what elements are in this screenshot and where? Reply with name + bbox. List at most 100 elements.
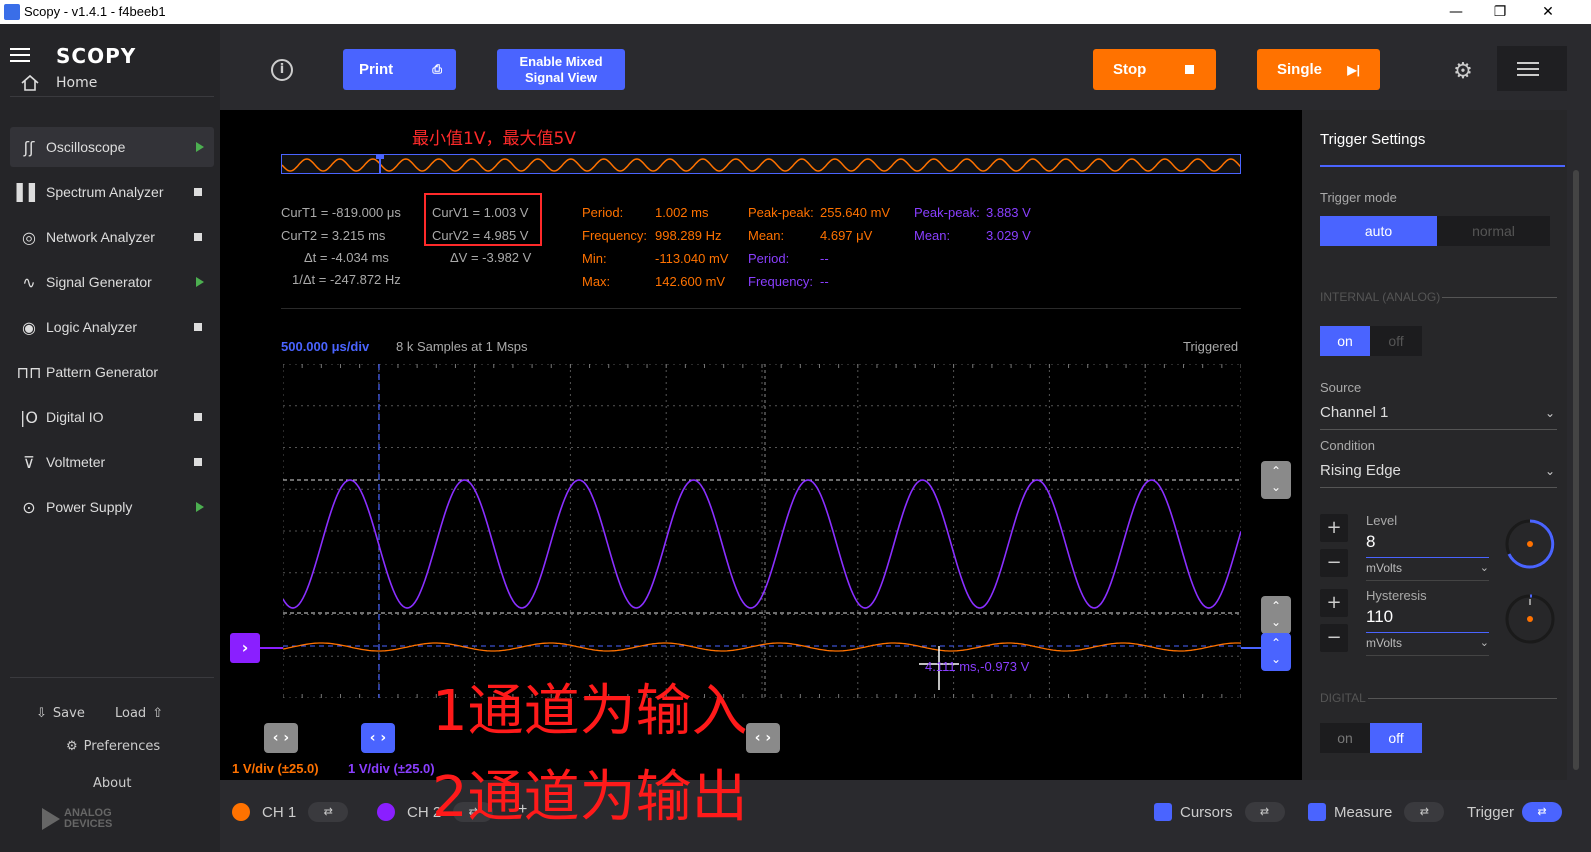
trigger-mode-switch[interactable]: auto normal xyxy=(1320,216,1550,246)
ch2-offset-handle[interactable]: ⌃ ⌄ xyxy=(1261,461,1291,499)
sidebar-item-label: Power Supply xyxy=(46,499,133,515)
minimize-button[interactable]: — xyxy=(1436,2,1476,22)
stop-icon[interactable] xyxy=(194,188,202,196)
hysteresis-knob[interactable] xyxy=(1505,594,1555,644)
trigger-toggle[interactable]: Trigger ⇄ xyxy=(1467,802,1562,822)
ch2-scale: 1 V/div (±25.0) xyxy=(348,761,435,776)
hamburger-menu-icon[interactable] xyxy=(10,48,30,62)
measure-settings-icon[interactable]: ⇄ xyxy=(1404,802,1445,822)
digital-off[interactable]: off xyxy=(1370,723,1422,753)
sidebar-item-voltmeter[interactable]: ⊽ Voltmeter xyxy=(10,442,214,482)
about-button[interactable]: About xyxy=(93,776,131,791)
digital-on[interactable]: on xyxy=(1320,723,1370,753)
preferences-button[interactable]: ⚙ Preferences xyxy=(66,739,160,754)
sidebar-item-label: Voltmeter xyxy=(46,454,106,470)
play-icon[interactable] xyxy=(196,277,204,287)
cursors-checkbox[interactable] xyxy=(1154,803,1172,821)
digital-switch[interactable]: on off xyxy=(1320,723,1422,753)
measure-toggle[interactable]: Measure ⇄ xyxy=(1308,802,1445,822)
stop-icon[interactable] xyxy=(194,458,202,466)
save-icon: ⇩ xyxy=(36,706,47,721)
stop-icon[interactable] xyxy=(194,413,202,421)
sidebar-item-label: Digital IO xyxy=(46,409,104,425)
stop-icon[interactable] xyxy=(194,323,202,331)
internal-analog-switch[interactable]: on off xyxy=(1320,326,1422,356)
analog-off[interactable]: off xyxy=(1370,326,1422,356)
sidebar-item-oscilloscope[interactable]: ʃʃ Oscilloscope xyxy=(10,127,214,167)
divider xyxy=(1368,698,1557,699)
hysteresis-label: Hysteresis xyxy=(1366,588,1427,603)
chevron-down-icon: ⌄ xyxy=(1479,637,1489,649)
time-cursor-handle[interactable]: ‹ › xyxy=(361,723,395,753)
stop-icon[interactable] xyxy=(194,233,202,241)
trigger-status: Triggered xyxy=(1183,339,1239,354)
level-knob[interactable] xyxy=(1505,519,1555,569)
sidebar-item-power-supply[interactable]: ⊙ Power Supply xyxy=(10,487,214,527)
hysteresis-increment-button[interactable]: + xyxy=(1320,589,1348,617)
single-button[interactable]: Single ▶| xyxy=(1257,49,1380,90)
ch1-period-value: 1.002 ms xyxy=(655,205,709,220)
preferences-label: Preferences xyxy=(83,739,161,754)
play-icon[interactable] xyxy=(196,142,204,152)
ch1-toggle[interactable]: CH 1 ⇄ xyxy=(232,802,349,822)
analog-on[interactable]: on xyxy=(1320,326,1370,356)
cursor-readout: 4.111 ms,-0.973 V xyxy=(925,659,1030,674)
ch1-peak-peak-value: 255.640 mV xyxy=(820,205,891,220)
info-icon[interactable]: i xyxy=(271,59,293,81)
trigger-mode-auto[interactable]: auto xyxy=(1320,216,1437,246)
trigger-mode-label: Trigger mode xyxy=(1320,190,1397,205)
source-label: Source xyxy=(1320,380,1362,395)
app-icon xyxy=(4,4,20,20)
cursor-dv: ΔV = -3.982 V xyxy=(450,250,532,265)
stop-button[interactable]: Stop xyxy=(1093,49,1216,90)
ch1-min-value: -113.040 mV xyxy=(655,251,729,266)
hysteresis-unit-select[interactable]: mVolts ⌄ xyxy=(1366,636,1489,656)
waveform-plot[interactable] xyxy=(283,364,1241,698)
signal-overview-bar[interactable] xyxy=(281,154,1241,174)
panel-scrollbar[interactable] xyxy=(1567,110,1591,780)
level-label: Level xyxy=(1366,513,1398,528)
annotation-minmax: 最小值1V，最大值5V xyxy=(412,129,576,149)
sidebar-item-network-analyzer[interactable]: ◎ Network Analyzer xyxy=(10,217,214,257)
single-label: Single xyxy=(1277,61,1323,78)
hysteresis-decrement-button[interactable]: − xyxy=(1320,624,1348,652)
maximize-button[interactable]: ❐ xyxy=(1480,2,1520,22)
play-icon[interactable] xyxy=(196,502,204,512)
level-increment-button[interactable]: + xyxy=(1320,514,1348,542)
sidebar-item-pattern-generator[interactable]: ⊓⊓ Pattern Generator xyxy=(10,352,214,392)
horizontal-scroll-left-handle[interactable]: ‹ › xyxy=(264,723,298,753)
level-decrement-button[interactable]: − xyxy=(1320,549,1348,577)
trigger-settings-icon[interactable]: ⇄ xyxy=(1521,802,1562,822)
print-button[interactable]: Print ⎙ xyxy=(343,49,456,90)
condition-select[interactable]: Rising Edge ⌄ xyxy=(1320,462,1557,488)
measure-checkbox[interactable] xyxy=(1308,803,1326,821)
sidebar-item-signal-generator[interactable]: ∿ Signal Generator xyxy=(10,262,214,302)
cursors-settings-icon[interactable]: ⇄ xyxy=(1244,802,1285,822)
sidebar-item-spectrum-analyzer[interactable]: ▌▌ Spectrum Analyzer xyxy=(10,172,214,212)
settings-gear-icon[interactable]: ⚙ xyxy=(1451,60,1475,84)
ch2-frequency-value: -- xyxy=(820,274,829,289)
sidebar-item-logic-analyzer[interactable]: ◉ Logic Analyzer xyxy=(10,307,214,347)
enable-mixed-signal-view-button[interactable]: Enable Mixed Signal View xyxy=(497,49,625,90)
source-select[interactable]: Channel 1 ⌄ xyxy=(1320,404,1557,430)
trigger-level-handle[interactable]: ⌃ ⌄ xyxy=(1261,633,1291,671)
save-button[interactable]: ⇩ Save xyxy=(36,706,85,721)
level-unit-select[interactable]: mVolts ⌄ xyxy=(1366,561,1489,581)
home-link[interactable]: Home xyxy=(20,72,97,94)
trigger-mode-normal[interactable]: normal xyxy=(1437,216,1550,246)
cursors-toggle[interactable]: Cursors ⇄ xyxy=(1154,802,1285,822)
level-input[interactable]: 8 xyxy=(1366,532,1489,558)
voltage-cursor-handle[interactable]: ⌃ ⌄ xyxy=(1261,596,1291,634)
ch2-marker[interactable]: › xyxy=(230,633,260,663)
chevron-down-icon: ⌄ xyxy=(1479,562,1489,574)
ch1-settings-icon[interactable]: ⇄ xyxy=(308,802,349,822)
ch1-max-value: 142.600 mV xyxy=(655,274,726,289)
sidebar-item-digital-io[interactable]: |O Digital IO xyxy=(10,397,214,437)
load-button[interactable]: Load ⇧ xyxy=(115,706,163,721)
sidebar-item-label: Pattern Generator xyxy=(46,364,159,380)
panel-menu-button[interactable] xyxy=(1497,46,1567,91)
hysteresis-input[interactable]: 110 xyxy=(1366,607,1489,633)
chevron-down-icon: ⌄ xyxy=(1544,464,1555,478)
trigger-position-handle[interactable]: ‹ › xyxy=(746,723,780,753)
close-button[interactable]: ✕ xyxy=(1528,2,1568,22)
